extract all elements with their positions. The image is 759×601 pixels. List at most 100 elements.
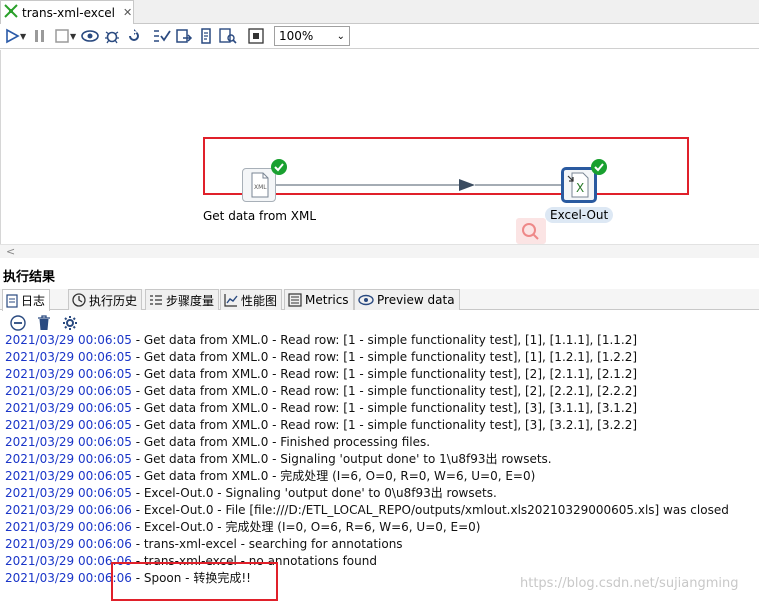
run-dropdown-icon[interactable]: ▼ [20, 32, 28, 41]
tab-label: 日志 [21, 294, 46, 308]
log-timestamp: 2021/03/29 00:06:05 [5, 486, 132, 500]
zoom-select[interactable]: 100% ⌄ [274, 26, 350, 46]
run-icon[interactable] [2, 26, 22, 46]
log-message: - Get data from XML.0 - Read row: [1 - s… [131, 401, 638, 415]
replay-icon[interactable] [124, 26, 144, 46]
log-message: - Get data from XML.0 - Read row: [1 - s… [131, 333, 638, 347]
log-line: 2021/03/29 00:06:05 - Get data from XML.… [5, 349, 755, 366]
log-message: - Get data from XML.0 - Read row: [1 - s… [131, 367, 638, 381]
excel-file-icon: X [567, 172, 589, 198]
step-metrics-icon [149, 293, 163, 307]
log-line: 2021/03/29 00:06:05 - Get data from XML.… [5, 434, 755, 451]
canvas-horizontal-scrollbar[interactable]: < [0, 244, 759, 258]
log-message: - Excel-Out.0 - 完成处理 (I=0, O=6, R=6, W=6… [131, 520, 481, 534]
tab-label: 性能图 [241, 293, 278, 308]
align-icon[interactable] [246, 26, 266, 46]
transformation-canvas[interactable]: XML Get data from XML X Excel-Out [0, 50, 759, 244]
log-line: 2021/03/29 00:06:05 - Get data from XML.… [5, 400, 755, 417]
log-line: 2021/03/29 00:06:05 - Get data from XML.… [5, 417, 755, 434]
log-timestamp: 2021/03/29 00:06:06 [5, 537, 132, 551]
metrics-icon [288, 293, 302, 307]
log-timestamp: 2021/03/29 00:06:05 [5, 384, 132, 398]
log-line: 2021/03/29 00:06:05 - Get data from XML.… [5, 383, 755, 400]
zoom-overlay-icon[interactable] [516, 218, 546, 244]
stop-dropdown-icon[interactable]: ▼ [70, 32, 78, 41]
ok-badge-icon [591, 159, 607, 175]
step-label-excel-out: Excel-Out [545, 207, 614, 223]
gear-icon[interactable] [60, 313, 80, 333]
transformation-icon [4, 4, 18, 21]
highlight-box [111, 562, 278, 601]
editor-tab-bar: trans-xml-excel ✕ [0, 0, 759, 24]
log-message: - Get data from XML.0 - Read row: [1 - s… [131, 418, 638, 432]
tab-step-metrics[interactable]: 步骤度量 [145, 289, 220, 310]
verify-icon[interactable] [152, 26, 172, 46]
log-icon [6, 293, 18, 308]
log-timestamp: 2021/03/29 00:06:05 [5, 401, 132, 415]
tab-label: 执行历史 [89, 293, 138, 308]
ok-badge-icon [271, 159, 287, 175]
results-tab-bar: 日志 执行历史 步骤度量 性能图 Metrics Preview data [0, 289, 759, 311]
chevron-down-icon: ⌄ [336, 30, 345, 42]
results-panel-title: 执行结果 [3, 270, 56, 285]
log-line: 2021/03/29 00:06:06 - Excel-Out.0 - 完成处理… [5, 519, 755, 536]
watermark: https://blog.csdn.net/sujiangming [520, 576, 739, 591]
log-timestamp: 2021/03/29 00:06:05 [5, 435, 132, 449]
log-message: - Get data from XML.0 - Read row: [1 - s… [131, 350, 638, 364]
sql-icon[interactable] [196, 26, 216, 46]
tab-execution-history[interactable]: 执行历史 [68, 289, 143, 310]
transformation-toolbar: ▼ ▼ 100% ⌄ [0, 24, 759, 49]
log-line: 2021/03/29 00:06:06 - trans-xml-excel - … [5, 536, 755, 553]
log-message: - Get data from XML.0 - Read row: [1 - s… [131, 384, 638, 398]
log-toolbar [0, 312, 759, 334]
log-timestamp: 2021/03/29 00:06:05 [5, 418, 132, 432]
log-line: 2021/03/29 00:06:05 - Get data from XML.… [5, 468, 755, 485]
trash-icon[interactable] [34, 313, 54, 333]
stop-icon[interactable] [52, 26, 72, 46]
hop-arrow[interactable] [273, 175, 563, 195]
tab-label: 步骤度量 [166, 293, 215, 308]
log-timestamp: 2021/03/29 00:06:06 [5, 503, 132, 517]
tab-label: Preview data [377, 293, 455, 307]
log-timestamp: 2021/03/29 00:06:05 [5, 333, 132, 347]
zoom-value: 100% [279, 29, 314, 43]
log-line: 2021/03/29 00:06:05 - Get data from XML.… [5, 332, 755, 349]
log-line: 2021/03/29 00:06:05 - Excel-Out.0 - Sign… [5, 485, 755, 502]
close-icon[interactable]: ✕ [123, 6, 132, 19]
pause-icon[interactable] [30, 26, 50, 46]
debug-icon[interactable] [102, 26, 122, 46]
log-message: - trans-xml-excel - searching for annota… [131, 537, 403, 551]
log-message: - Get data from XML.0 - 完成处理 (I=6, O=0, … [131, 469, 536, 483]
log-message: - Get data from XML.0 - Finished process… [131, 435, 431, 449]
log-timestamp: 2021/03/29 00:06:05 [5, 452, 132, 466]
tab-log[interactable]: 日志 [2, 289, 51, 311]
impact-icon[interactable] [174, 26, 194, 46]
tab-trans-xml-excel[interactable]: trans-xml-excel ✕ [0, 0, 134, 24]
log-line: 2021/03/29 00:06:05 - Get data from XML.… [5, 451, 755, 468]
tab-performance-graph[interactable]: 性能图 [220, 289, 283, 310]
log-timestamp: 2021/03/29 00:06:06 [5, 520, 132, 534]
clear-log-icon[interactable] [8, 313, 28, 333]
log-message: - Excel-Out.0 - Signaling 'output done' … [131, 486, 497, 500]
performance-graph-icon [224, 293, 238, 307]
log-timestamp: 2021/03/29 00:06:05 [5, 367, 132, 381]
step-label-get-data-from-xml: Get data from XML [203, 209, 317, 223]
scroll-left-icon[interactable]: < [6, 245, 15, 258]
preview-icon[interactable] [80, 26, 100, 46]
log-output[interactable]: 2021/03/29 00:06:05 - Get data from XML.… [5, 332, 755, 592]
explore-db-icon[interactable] [218, 26, 238, 46]
tab-metrics[interactable]: Metrics [284, 289, 354, 310]
log-message: - Excel-Out.0 - File [file:///D:/ETL_LOC… [131, 503, 729, 517]
svg-text:XML: XML [254, 184, 267, 191]
preview-data-icon [358, 294, 374, 306]
log-line: 2021/03/29 00:06:05 - Get data from XML.… [5, 366, 755, 383]
tab-title: trans-xml-excel [22, 5, 116, 20]
svg-text:X: X [576, 181, 584, 195]
log-message: - Get data from XML.0 - Signaling 'outpu… [131, 452, 552, 466]
log-timestamp: 2021/03/29 00:06:05 [5, 469, 132, 483]
log-line: 2021/03/29 00:06:06 - Excel-Out.0 - File… [5, 502, 755, 519]
tab-label: Metrics [305, 293, 349, 307]
log-timestamp: 2021/03/29 00:06:05 [5, 350, 132, 364]
history-icon [72, 293, 86, 307]
tab-preview-data[interactable]: Preview data [354, 289, 460, 310]
